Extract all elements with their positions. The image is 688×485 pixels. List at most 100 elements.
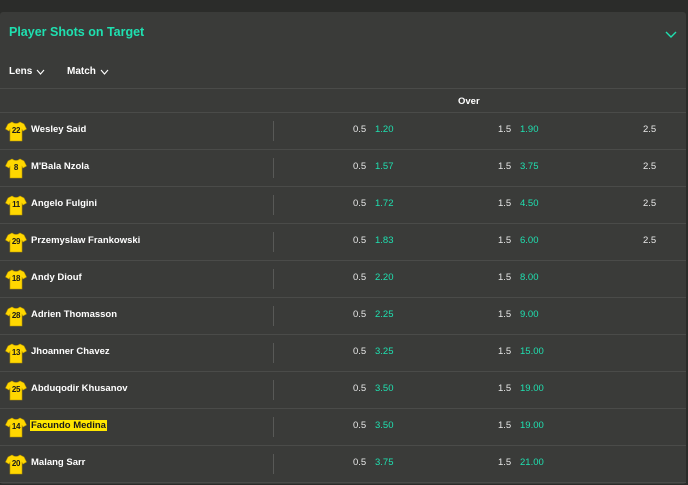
column-divider	[273, 380, 274, 400]
shirt-icon: 29	[5, 231, 27, 253]
line-1-5: 1.5	[498, 420, 512, 431]
odds-over-1-5[interactable]: 15.00	[520, 346, 544, 357]
shirt-number: 14	[11, 422, 21, 431]
line-0-5: 0.5	[353, 383, 367, 394]
line-0-5: 0.5	[353, 124, 367, 135]
odds-over-1-5[interactable]: 21.00	[520, 457, 544, 468]
player-row: 14 Facundo Medina 0.5 3.50 1.5 19.00	[0, 408, 686, 445]
shirt-number: 11	[12, 200, 20, 209]
match-dropdown[interactable]: Match	[67, 66, 109, 77]
line-1-5: 1.5	[498, 124, 512, 135]
player-name: Facundo Medina	[30, 420, 107, 431]
line-0-5: 0.5	[353, 272, 367, 283]
column-divider	[273, 195, 274, 215]
odds-over-0-5[interactable]: 3.50	[375, 420, 394, 431]
odds-over-0-5[interactable]: 1.57	[375, 161, 394, 172]
line-0-5: 0.5	[353, 346, 367, 357]
line-0-5: 0.5	[353, 161, 367, 172]
odds-over-1-5[interactable]: 1.90	[520, 124, 539, 135]
shirt-icon: 22	[5, 120, 27, 142]
player-shots-panel: Player Shots on Target Lens Match Over 2…	[0, 12, 686, 484]
player-name: Angelo Fulgini	[31, 198, 97, 209]
line-0-5: 0.5	[353, 457, 367, 468]
line-1-5: 1.5	[498, 198, 512, 209]
player-row: 20 Malang Sarr 0.5 3.75 1.5 21.00	[0, 445, 686, 483]
odds-over-0-5[interactable]: 1.83	[375, 235, 394, 246]
odds-over-0-5[interactable]: 3.50	[375, 383, 394, 394]
line-2-5: 2.5	[643, 198, 657, 209]
player-name: Adrien Thomasson	[31, 309, 118, 320]
player-row: 11 Angelo Fulgini 0.5 1.72 1.5 4.50 2.5	[0, 186, 686, 223]
column-header: Over	[0, 88, 686, 113]
line-1-5: 1.5	[498, 309, 512, 320]
shirt-icon: 8	[5, 157, 27, 179]
lens-label: Lens	[9, 66, 33, 77]
odds-over-0-5[interactable]: 3.25	[375, 346, 394, 357]
player-name: Andy Diouf	[31, 272, 82, 283]
column-divider	[273, 121, 274, 141]
line-0-5: 0.5	[353, 235, 367, 246]
shirt-number: 20	[11, 459, 21, 468]
line-0-5: 0.5	[353, 309, 367, 320]
panel-header[interactable]: Player Shots on Target	[0, 12, 686, 56]
shirt-number: 22	[11, 126, 21, 135]
player-name: Malang Sarr	[31, 457, 86, 468]
column-divider	[273, 454, 274, 474]
line-2-5: 2.5	[643, 235, 657, 246]
odds-over-1-5[interactable]: 19.00	[520, 383, 544, 394]
shirt-icon: 25	[5, 379, 27, 401]
odds-over-0-5[interactable]: 2.25	[375, 309, 394, 320]
shirt-number: 28	[11, 311, 21, 320]
column-divider	[273, 158, 274, 178]
odds-over-1-5[interactable]: 9.00	[520, 309, 539, 320]
column-divider	[273, 269, 274, 289]
filter-bar: Lens Match	[0, 56, 686, 88]
column-divider	[273, 343, 274, 363]
chevron-up-icon[interactable]	[664, 26, 678, 38]
chevron-down-icon	[36, 69, 45, 75]
line-1-5: 1.5	[498, 272, 512, 283]
column-divider	[273, 417, 274, 437]
shirt-icon: 13	[5, 342, 27, 364]
shirt-number: 25	[11, 385, 21, 394]
player-row: 29 Przemyslaw Frankowski 0.5 1.83 1.5 6.…	[0, 223, 686, 260]
column-divider	[273, 306, 274, 326]
odds-over-0-5[interactable]: 1.20	[375, 124, 394, 135]
player-name: M'Bala Nzola	[31, 161, 90, 172]
shirt-number: 8	[13, 163, 19, 172]
shirt-number: 29	[11, 237, 21, 246]
line-1-5: 1.5	[498, 457, 512, 468]
line-1-5: 1.5	[498, 161, 512, 172]
line-1-5: 1.5	[498, 346, 512, 357]
line-0-5: 0.5	[353, 420, 367, 431]
player-name: Przemyslaw Frankowski	[31, 235, 141, 246]
odds-over-1-5[interactable]: 4.50	[520, 198, 539, 209]
over-column-label: Over	[458, 96, 480, 107]
player-row: 28 Adrien Thomasson 0.5 2.25 1.5 9.00	[0, 297, 686, 334]
odds-over-1-5[interactable]: 6.00	[520, 235, 539, 246]
odds-over-0-5[interactable]: 1.72	[375, 198, 394, 209]
line-2-5: 2.5	[643, 124, 657, 135]
odds-over-1-5[interactable]: 3.75	[520, 161, 539, 172]
odds-over-0-5[interactable]: 2.20	[375, 272, 394, 283]
panel-title: Player Shots on Target	[9, 25, 145, 39]
line-0-5: 0.5	[353, 198, 367, 209]
player-name: Jhoanner Chavez	[31, 346, 110, 357]
lens-dropdown[interactable]: Lens	[9, 66, 45, 77]
shirt-number: 18	[11, 274, 21, 283]
odds-over-1-5[interactable]: 19.00	[520, 420, 544, 431]
shirt-icon: 14	[5, 416, 27, 438]
player-name: Abduqodir Khusanov	[31, 383, 128, 394]
shirt-icon: 11	[5, 194, 27, 216]
odds-over-1-5[interactable]: 8.00	[520, 272, 539, 283]
shirt-icon: 18	[5, 268, 27, 290]
player-row: 22 Wesley Said 0.5 1.20 1.5 1.90 2.5	[0, 112, 686, 149]
player-row: 25 Abduqodir Khusanov 0.5 3.50 1.5 19.00	[0, 371, 686, 408]
match-label: Match	[67, 66, 96, 77]
shirt-icon: 28	[5, 305, 27, 327]
column-divider	[273, 232, 274, 252]
line-1-5: 1.5	[498, 235, 512, 246]
shirt-number: 13	[11, 348, 21, 357]
player-list: 22 Wesley Said 0.5 1.20 1.5 1.90 2.5 8 M…	[0, 112, 686, 483]
odds-over-0-5[interactable]: 3.75	[375, 457, 394, 468]
